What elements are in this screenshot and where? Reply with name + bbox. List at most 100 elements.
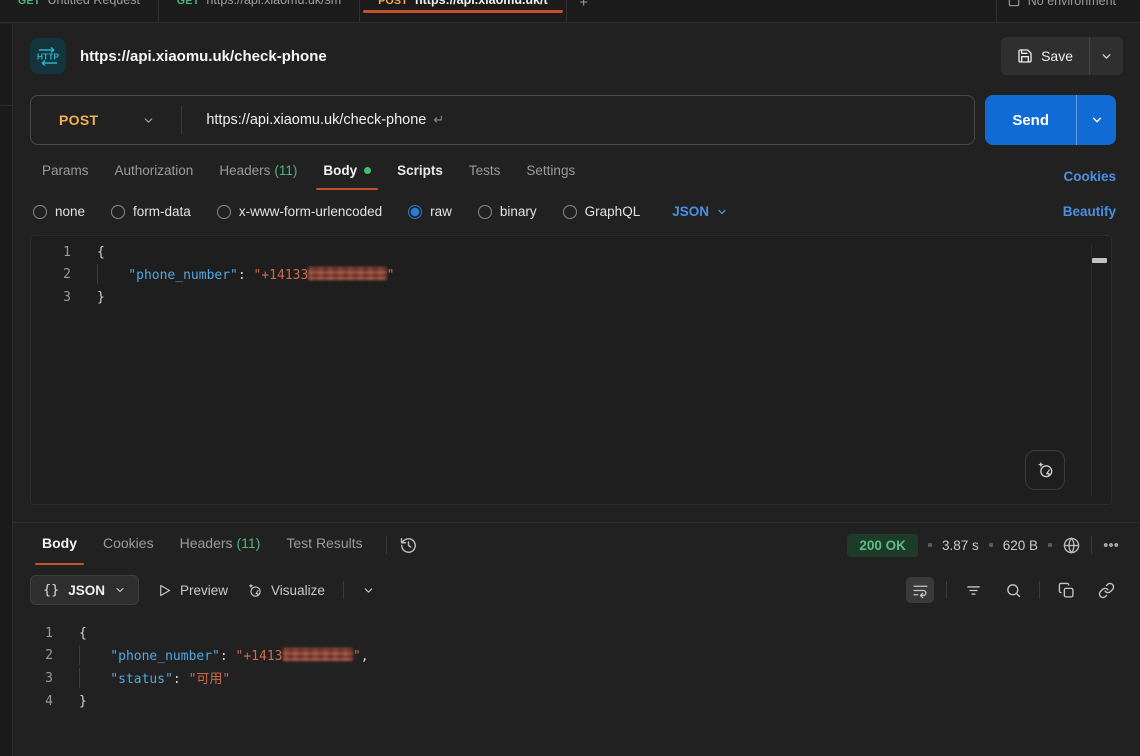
divider [1091, 536, 1092, 554]
response-tab-body[interactable]: Body [33, 535, 86, 565]
send-button[interactable]: Send [985, 95, 1076, 145]
request-body-editor[interactable]: 1{2"phone_number": "+14133"3} [30, 235, 1112, 505]
save-options-button[interactable] [1089, 37, 1123, 75]
copy-button[interactable] [1052, 577, 1080, 603]
mode-form-data[interactable]: form-data [111, 204, 191, 219]
code-token: : [173, 672, 189, 687]
preview-button[interactable]: Preview [157, 583, 228, 598]
code-content: } [53, 691, 87, 713]
mode-graphql[interactable]: GraphQL [563, 204, 641, 219]
copy-icon [1058, 582, 1075, 599]
save-split-button: Save [1001, 37, 1123, 75]
code-content: { [53, 623, 87, 645]
mode-raw[interactable]: raw [408, 204, 452, 219]
radio-icon [33, 205, 47, 219]
response-tab-test-results[interactable]: Test Results [277, 535, 371, 565]
tab-authorization[interactable]: Authorization [106, 163, 203, 190]
request-tab-3-active[interactable]: POST https://api.xiaomu.uk/t [360, 0, 566, 23]
code-line[interactable]: 3} [31, 287, 1111, 309]
code-token: "status" [110, 672, 173, 687]
code-token: } [79, 694, 87, 709]
unsaved-dot-icon [364, 167, 371, 174]
code-token: : [220, 649, 236, 664]
send-options-button[interactable] [1076, 95, 1116, 145]
radio-icon [111, 205, 125, 219]
request-tabs: Params Authorization Headers(11) Body Sc… [13, 145, 1140, 190]
history-button[interactable] [399, 536, 418, 555]
method-badge: POST [378, 0, 408, 16]
indent-guide [97, 264, 128, 284]
editor-scrollbar-thumb[interactable] [1092, 258, 1107, 263]
tab-body[interactable]: Body [314, 163, 380, 190]
code-token: " [387, 268, 395, 283]
tab-tests[interactable]: Tests [460, 163, 510, 190]
request-tab-2[interactable]: GET https://api.xiaomu.uk/sm [159, 0, 360, 23]
response-size[interactable]: 620 B [1003, 538, 1038, 553]
divider [1039, 581, 1040, 599]
save-button[interactable]: Save [1001, 37, 1089, 75]
code-line[interactable]: 3"status": "可用" [13, 668, 1140, 691]
response-tab-cookies[interactable]: Cookies [94, 535, 163, 565]
environment-icon [1007, 0, 1021, 8]
chevron-down-icon [1100, 50, 1113, 63]
code-line[interactable]: 1{ [13, 623, 1140, 645]
code-token: "可用" [189, 672, 231, 687]
send-split-button: Send [985, 95, 1116, 145]
mode-none[interactable]: none [33, 204, 85, 219]
request-tab-1[interactable]: GET Untitled Request [0, 0, 159, 23]
divider [343, 581, 344, 599]
code-token: { [97, 245, 105, 260]
view-options-button[interactable] [362, 584, 375, 597]
code-line[interactable]: 4} [13, 691, 1140, 713]
beautify-link[interactable]: Beautify [1063, 204, 1116, 219]
active-tab-underline [363, 10, 562, 13]
response-tab-headers[interactable]: Headers(11) [171, 535, 270, 565]
filter-button[interactable] [959, 577, 987, 603]
response-time[interactable]: 3.87 s [942, 538, 979, 553]
editor-scrollbar[interactable] [1091, 244, 1109, 496]
visualize-button[interactable]: Visualize [246, 582, 325, 599]
response-format-selector[interactable]: {} JSON [30, 575, 139, 605]
code-line[interactable]: 1{ [31, 242, 1111, 264]
request-header: HTTP https://api.xiaomu.uk/check-phone S… [13, 24, 1140, 83]
mode-binary[interactable]: binary [478, 204, 537, 219]
more-options-button[interactable] [1102, 536, 1120, 554]
wrap-text-button[interactable] [906, 577, 934, 603]
search-button[interactable] [999, 577, 1027, 603]
method-selector[interactable]: POST [31, 112, 142, 128]
ellipsis-icon [1102, 536, 1120, 554]
url-box: POST https://api.xiaomu.uk/check-phone↵ [30, 95, 975, 145]
response-body-viewer[interactable]: 1{2"phone_number": "+1413",3"status": "可… [13, 615, 1140, 756]
url-input[interactable]: https://api.xiaomu.uk/check-phone↵ [182, 112, 974, 128]
wand-sparkle-icon [1035, 460, 1055, 480]
status-badge[interactable]: 200 OK [847, 534, 918, 557]
workspace-tab-strip: GET Untitled Request GET https://api.xia… [0, 0, 1140, 23]
code-token: , [361, 649, 369, 664]
language-selector[interactable]: JSON [672, 204, 728, 219]
wand-sparkle-icon [246, 582, 263, 599]
postbot-wand-button[interactable] [1025, 450, 1065, 490]
response-stats: 200 OK 3.87 s 620 B [847, 534, 1120, 557]
network-info-button[interactable] [1062, 536, 1081, 555]
line-number: 1 [31, 242, 71, 264]
tab-settings[interactable]: Settings [517, 163, 584, 190]
environment-selector[interactable]: No environment [997, 0, 1126, 8]
chevron-down-icon [362, 584, 375, 597]
code-content: "phone_number": "+14133" [71, 264, 394, 287]
filter-icon [965, 582, 982, 599]
radio-selected-icon [408, 205, 422, 219]
method-badge: GET [177, 0, 200, 16]
code-line[interactable]: 2"phone_number": "+14133" [31, 264, 1111, 287]
chevron-down-icon[interactable] [142, 114, 155, 127]
cookies-link[interactable]: Cookies [1063, 169, 1116, 184]
new-tab-button[interactable]: + [567, 0, 601, 23]
link-button[interactable] [1092, 577, 1120, 603]
tab-headers[interactable]: Headers(11) [210, 163, 306, 190]
tab-params[interactable]: Params [33, 163, 98, 190]
mode-x-www-form-urlencoded[interactable]: x-www-form-urlencoded [217, 204, 382, 219]
tab-scripts[interactable]: Scripts [388, 163, 452, 190]
code-line[interactable]: 2"phone_number": "+1413", [13, 645, 1140, 668]
line-number: 1 [13, 623, 53, 645]
collapsed-sidebar[interactable] [0, 24, 13, 756]
divider [946, 581, 947, 599]
